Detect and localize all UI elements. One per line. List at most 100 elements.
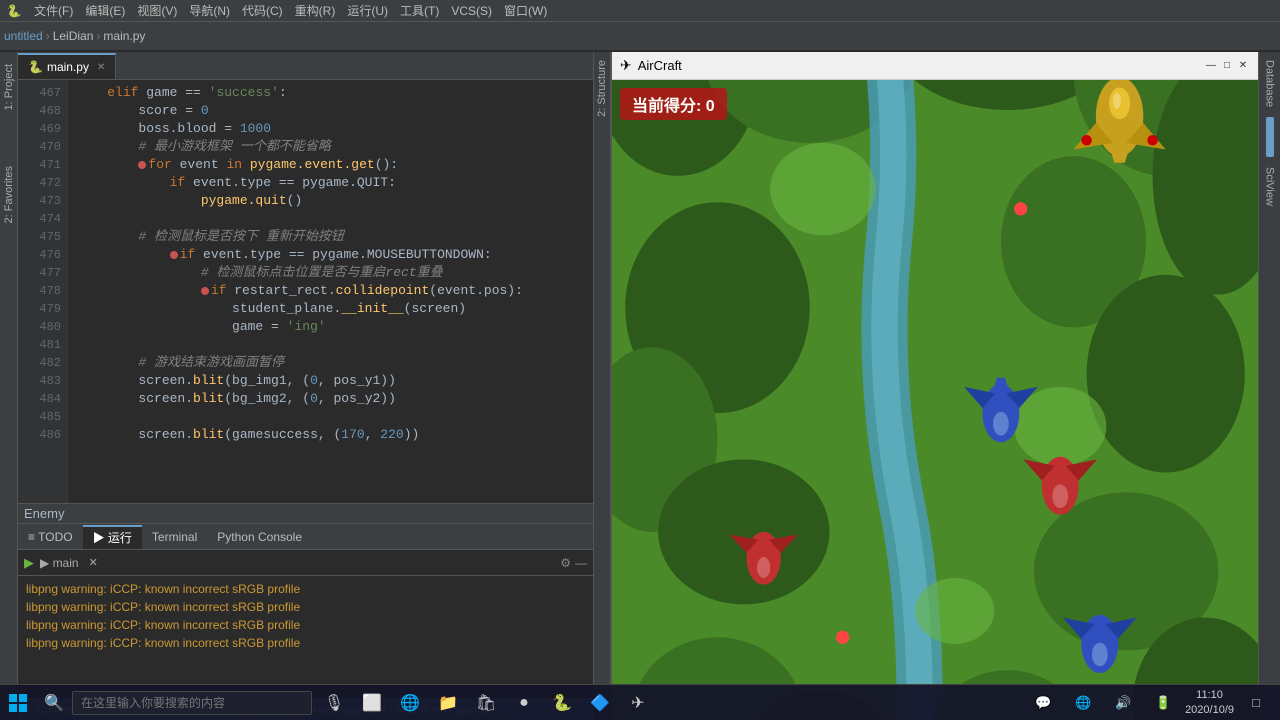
menu-run[interactable]: 运行(U) bbox=[341, 0, 394, 21]
code-line-474 bbox=[76, 210, 585, 228]
breadcrumb-project[interactable]: untitled bbox=[4, 29, 43, 43]
file-tabs: 🐍 main.py ✕ bbox=[18, 52, 593, 80]
code-line-480: game = 'ing' bbox=[76, 318, 585, 336]
code-line-478: if restart_rect.collidepoint(event.pos): bbox=[76, 282, 585, 300]
taskbar-python-icon[interactable]: 🐍 bbox=[544, 685, 580, 720]
line-numbers: 467 468 469 470 471 472 473 474 475 476 … bbox=[18, 80, 68, 503]
menu-vcs[interactable]: VCS(S) bbox=[445, 0, 498, 21]
menu-file[interactable]: 文件(F) bbox=[28, 0, 79, 21]
sidebar-tab-sciview[interactable]: SciView bbox=[1262, 159, 1278, 214]
tray-volume-icon[interactable]: 🔊 bbox=[1105, 685, 1141, 720]
taskbar-task-view-icon[interactable]: ⬜ bbox=[354, 685, 390, 720]
code-line-472: if event.type == pygame.QUIT: bbox=[76, 174, 585, 192]
structure-panel: 2: Structure bbox=[593, 52, 611, 720]
tab-python-console[interactable]: Python Console bbox=[207, 525, 312, 549]
console-line-4: libpng warning: iCCP: known incorrect sR… bbox=[26, 634, 585, 652]
start-button[interactable] bbox=[0, 685, 36, 720]
tray-action-center-icon[interactable]: □ bbox=[1238, 685, 1274, 720]
taskbar-search-icon: 🔍 bbox=[36, 685, 72, 720]
win-close-btn[interactable]: ✕ bbox=[1236, 59, 1250, 73]
tray-time: 11:10 2020/10/9 bbox=[1185, 688, 1234, 717]
code-line-486: screen.blit(gamesuccess, (170, 220)) bbox=[76, 426, 585, 444]
run-controls: ⚙ — bbox=[560, 556, 587, 570]
code-line-473: pygame.quit() bbox=[76, 192, 585, 210]
game-canvas: 当前得分: 0 bbox=[612, 80, 1258, 720]
tray-network-icon[interactable]: 🌐 bbox=[1065, 685, 1101, 720]
right-sidebar: Database SciView bbox=[1258, 52, 1280, 720]
run-label[interactable]: ▶ main bbox=[40, 556, 79, 570]
code-line-479: student_plane.__init__(screen) bbox=[76, 300, 585, 318]
win-maximize-btn[interactable]: □ bbox=[1220, 59, 1234, 73]
code-line-469: boss.blood = 1000 bbox=[76, 120, 585, 138]
menu-window[interactable]: 窗口(W) bbox=[498, 0, 553, 21]
right-scrollbar bbox=[1266, 117, 1274, 157]
tray-wechat-icon[interactable]: 💬 bbox=[1025, 685, 1061, 720]
game-title-bar: ✈ AirCraft — □ ✕ bbox=[612, 52, 1258, 80]
run-gear-icon[interactable]: ⚙ bbox=[560, 556, 571, 570]
taskbar-cortana-icon[interactable]: 🎙 bbox=[316, 685, 352, 720]
game-window: ✈ AirCraft — □ ✕ bbox=[611, 52, 1258, 720]
tab-bar: untitled › LeiDian › main.py bbox=[0, 22, 1280, 52]
code-line-471: for event in pygame.event.get(): bbox=[76, 156, 585, 174]
tray-clock: 11:10 bbox=[1185, 688, 1234, 702]
taskbar-store-icon[interactable]: 🛍 bbox=[468, 685, 504, 720]
menu-tools[interactable]: 工具(T) bbox=[394, 0, 445, 21]
close-tab-icon[interactable]: ✕ bbox=[97, 62, 105, 73]
menu-code[interactable]: 代码(C) bbox=[236, 0, 289, 21]
code-editor: 467 468 469 470 471 472 473 474 475 476 … bbox=[18, 80, 593, 503]
taskbar-chrome-icon[interactable]: ● bbox=[506, 685, 542, 720]
editor-area: 🐍 main.py ✕ 467 468 469 470 471 472 473 … bbox=[18, 52, 593, 720]
score-display: 当前得分: 0 bbox=[620, 88, 727, 120]
menu-edit[interactable]: 编辑(E) bbox=[79, 0, 131, 21]
game-title-text: AirCraft bbox=[638, 58, 682, 73]
taskbar-explorer-icon[interactable]: 📁 bbox=[430, 685, 466, 720]
code-content[interactable]: elif game == 'success': score = 0 boss.b… bbox=[68, 80, 593, 503]
menu-refactor[interactable]: 重构(R) bbox=[289, 0, 342, 21]
run-icon: ▶ bbox=[24, 555, 34, 571]
code-line-477: # 检测鼠标点击位置是否与重启rect重叠 bbox=[76, 264, 585, 282]
console-line-3: libpng warning: iCCP: known incorrect sR… bbox=[26, 616, 585, 634]
code-line-470: # 最小游戏框架 一个都不能省略 bbox=[76, 138, 585, 156]
breadcrumb-folder[interactable]: LeiDian bbox=[53, 29, 94, 43]
run-minimize-icon[interactable]: — bbox=[575, 556, 587, 570]
breadcrumb-sep2: › bbox=[96, 29, 100, 43]
code-line-483: screen.blit(bg_img1, (0, pos_y1)) bbox=[76, 372, 585, 390]
console-line-2: libpng warning: iCCP: known incorrect sR… bbox=[26, 598, 585, 616]
code-line-475: # 检测鼠标是否按下 重新开始按钮 bbox=[76, 228, 585, 246]
code-line-467: elif game == 'success': bbox=[76, 84, 585, 102]
sidebar-tab-favorites[interactable]: 2: Favorites bbox=[1, 158, 17, 231]
tab-run[interactable]: ▶ 运行 bbox=[83, 525, 142, 549]
breadcrumb: untitled › LeiDian › main.py bbox=[4, 22, 145, 50]
enemy-label: Enemy bbox=[18, 504, 70, 523]
search-input[interactable] bbox=[72, 691, 312, 715]
code-line-476: if event.type == pygame.MOUSEBUTTONDOWN: bbox=[76, 246, 585, 264]
taskbar-extra-icon[interactable]: 🔷 bbox=[582, 685, 618, 720]
bottom-panel: ≡ TODO ▶ 运行 Terminal Python Console ▶ ▶ … bbox=[18, 523, 593, 698]
win-controls: — □ ✕ bbox=[1204, 59, 1250, 73]
file-tab-main-py[interactable]: 🐍 main.py ✕ bbox=[18, 53, 116, 79]
tab-todo[interactable]: ≡ TODO bbox=[18, 525, 83, 549]
breadcrumb-sep1: › bbox=[46, 29, 50, 43]
taskbar-icons: 🎙 ⬜ 🌐 📁 🛍 ● 🐍 🔷 ✈ bbox=[316, 685, 656, 720]
sys-tray: 💬 🌐 🔊 🔋 11:10 2020/10/9 □ bbox=[1025, 685, 1280, 720]
run-close-icon[interactable]: ✕ bbox=[89, 556, 98, 569]
taskbar-game-icon[interactable]: ✈ bbox=[620, 685, 656, 720]
code-line-481 bbox=[76, 336, 585, 354]
breadcrumb-file[interactable]: main.py bbox=[103, 29, 145, 43]
taskbar-edge-icon[interactable]: 🌐 bbox=[392, 685, 428, 720]
code-line-484: screen.blit(bg_img2, (0, pos_y2)) bbox=[76, 390, 585, 408]
sidebar-tab-structure[interactable]: 2: Structure bbox=[594, 52, 610, 125]
code-line-485 bbox=[76, 408, 585, 426]
code-line-468: score = 0 bbox=[76, 102, 585, 120]
win-minimize-btn[interactable]: — bbox=[1204, 59, 1218, 73]
structure-label-bar: Enemy bbox=[18, 503, 593, 523]
taskbar: 🔍 🎙 ⬜ 🌐 📁 🛍 ● 🐍 🔷 ✈ 💬 🌐 🔊 🔋 11:10 2020/1… bbox=[0, 684, 1280, 720]
tray-battery-icon[interactable]: 🔋 bbox=[1145, 685, 1181, 720]
sidebar-tab-project[interactable]: 1: Project bbox=[1, 56, 17, 118]
sidebar-tab-database[interactable]: Database bbox=[1262, 52, 1278, 115]
menu-nav[interactable]: 导航(N) bbox=[183, 0, 236, 21]
game-icon: ✈ bbox=[620, 57, 632, 74]
tab-terminal[interactable]: Terminal bbox=[142, 525, 207, 549]
menu-view[interactable]: 视图(V) bbox=[131, 0, 183, 21]
game-terrain-svg bbox=[612, 80, 1258, 720]
